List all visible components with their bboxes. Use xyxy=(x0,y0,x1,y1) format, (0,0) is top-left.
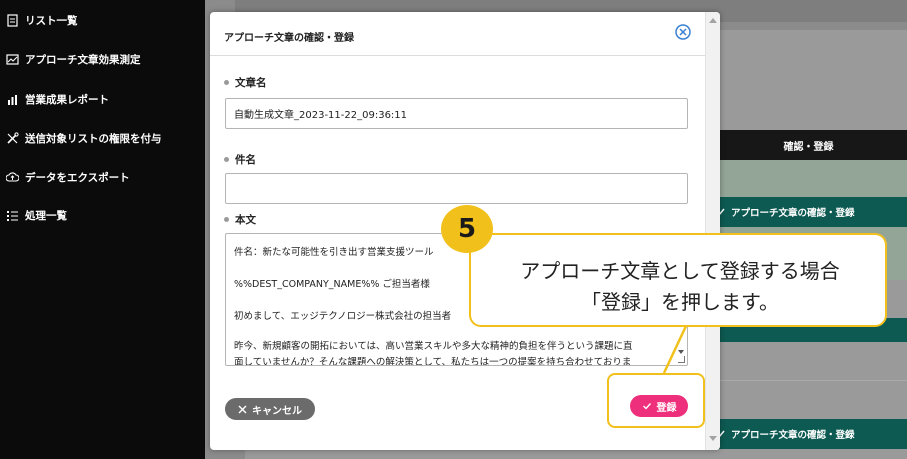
cancel-button[interactable]: キャンセル xyxy=(225,398,315,420)
sidebar-item-grant-permission[interactable]: 送信対象リストの権限を付与 xyxy=(6,131,162,146)
list-icon xyxy=(7,211,18,221)
close-icon xyxy=(238,405,247,413)
sidebar-item-sales-report[interactable]: 営業成果レポート xyxy=(6,92,109,107)
scroll-down-icon[interactable] xyxy=(709,436,717,441)
sidebar-item-label: 送信対象リストの権限を付与 xyxy=(25,133,162,145)
sidebar-item-label: リスト一覧 xyxy=(25,15,78,27)
body-line: 面していませんか？そんな課題への解決策として、私たちは一つの提案を持ち合わせてお… xyxy=(234,357,632,366)
close-icon[interactable] xyxy=(673,22,693,42)
approach-confirm-label: アプローチ文章の確認・登録 xyxy=(731,430,855,441)
body-line: 件名：新たな可能性を引き出す営業支援ツール xyxy=(234,247,434,258)
chart-frame-icon xyxy=(6,54,19,65)
body-line: 初めまして、エッジテクノロジー株式会社の担当者 xyxy=(234,311,452,322)
resize-handle[interactable] xyxy=(678,356,685,363)
step-number-badge: 5 xyxy=(441,205,493,253)
chevron-down-icon[interactable] xyxy=(678,350,684,354)
bullet-dot xyxy=(224,157,229,162)
approach-confirm-button[interactable]: アプローチ文章の確認・登録 xyxy=(700,197,907,227)
sidebar-item-label: 処理一覧 xyxy=(25,210,67,222)
bar-chart-icon xyxy=(8,95,17,105)
approach-confirm-button[interactable]: アプローチ文章の確認・登録 xyxy=(700,419,907,449)
instruction-callout: アプローチ文章として登録する場合 「登録」を押します。 xyxy=(469,233,887,327)
sidebar: リスト一覧 アプローチ文章効果測定 営業成果レポート 送信対象リストの権限を付与… xyxy=(0,0,205,459)
body-line: 昨今、新規顧客の開拓においては、高い営業スキルや多大な精神的負担を伴うという課題… xyxy=(234,341,633,352)
sidebar-item-label: 営業成果レポート xyxy=(25,94,109,106)
bullet-dot xyxy=(224,217,229,222)
subject-field-label: 件名 xyxy=(224,152,256,167)
callout-line-2: 「登録」を押します。 xyxy=(581,290,779,314)
sidebar-item-list[interactable]: リスト一覧 xyxy=(6,13,78,28)
sidebar-item-label: アプローチ文章効果測定 xyxy=(25,54,141,66)
subject-input[interactable] xyxy=(225,173,688,204)
modal-header: アプローチ文章の確認・登録 xyxy=(210,12,720,56)
sidebar-item-process-list[interactable]: 処理一覧 xyxy=(6,208,67,223)
document-icon xyxy=(7,14,18,27)
body-field-label: 本文 xyxy=(224,212,256,227)
tools-icon xyxy=(7,132,19,144)
callout-line-1: アプローチ文章として登録する場合 xyxy=(520,259,840,283)
subject-label-text: 件名 xyxy=(235,154,256,166)
modal-scrollbar[interactable] xyxy=(705,12,720,450)
confirm-register-column-header: 確認・登録 xyxy=(710,130,907,160)
register-highlight-box xyxy=(607,373,705,428)
sidebar-item-export[interactable]: データをエクスポート xyxy=(6,170,130,185)
modal-title: アプローチ文章の確認・登録 xyxy=(224,33,354,44)
cancel-label: キャンセル xyxy=(252,405,302,417)
sidebar-item-approach-effect[interactable]: アプローチ文章効果測定 xyxy=(6,52,141,67)
body-line: %%DEST_COMPANY_NAME%% ご担当者様 xyxy=(234,279,430,290)
cloud-upload-icon xyxy=(6,172,19,182)
name-label-text: 文章名 xyxy=(235,77,267,89)
scroll-up-icon[interactable] xyxy=(709,18,717,23)
sidebar-item-label: データをエクスポート xyxy=(25,172,130,184)
bullet-dot xyxy=(224,80,229,85)
text-name-input[interactable]: 自動生成文章_2023-11-22_09:36:11 xyxy=(225,98,688,129)
name-field-label: 文章名 xyxy=(224,75,267,90)
approach-confirm-label: アプローチ文章の確認・登録 xyxy=(731,208,855,219)
body-label-text: 本文 xyxy=(235,214,256,226)
